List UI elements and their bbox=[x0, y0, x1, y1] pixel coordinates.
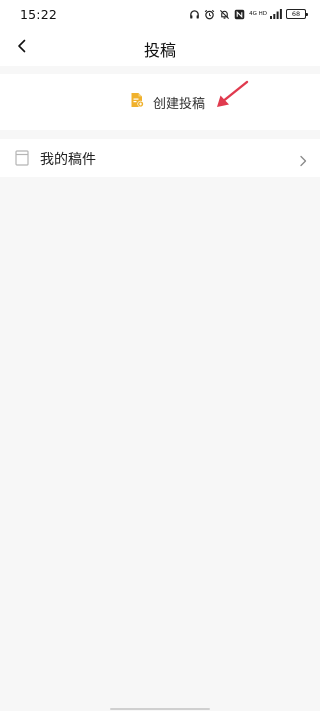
document-icon bbox=[15, 150, 29, 170]
status-icons: 4G HD 68 bbox=[189, 9, 308, 20]
network-label: 4G HD bbox=[249, 10, 267, 17]
home-indicator bbox=[110, 708, 210, 710]
create-submission-content: 创建投稿 bbox=[129, 92, 205, 112]
battery-icon: 68 bbox=[286, 9, 308, 19]
signal-icon bbox=[270, 9, 282, 19]
list-item-my-submissions[interactable]: 我的稿件 bbox=[0, 139, 320, 177]
annotation-arrow bbox=[217, 80, 249, 107]
status-bar: 15:22 4G HD 68 bbox=[0, 0, 320, 28]
create-submission-label: 创建投稿 bbox=[152, 96, 205, 112]
nfc-icon bbox=[234, 9, 245, 20]
create-document-icon bbox=[129, 92, 145, 112]
alarm-icon bbox=[204, 9, 215, 20]
page-title: 投稿 bbox=[143, 41, 176, 60]
title-bar: 投稿 bbox=[0, 28, 320, 66]
headset-icon bbox=[189, 9, 200, 20]
chevron-right-icon bbox=[299, 152, 307, 171]
status-time: 15:22 bbox=[20, 6, 58, 22]
create-submission-button[interactable]: 创建投稿 bbox=[0, 74, 320, 130]
my-submissions-label: 我的稿件 bbox=[40, 152, 96, 168]
mute-bell-icon bbox=[219, 9, 230, 20]
